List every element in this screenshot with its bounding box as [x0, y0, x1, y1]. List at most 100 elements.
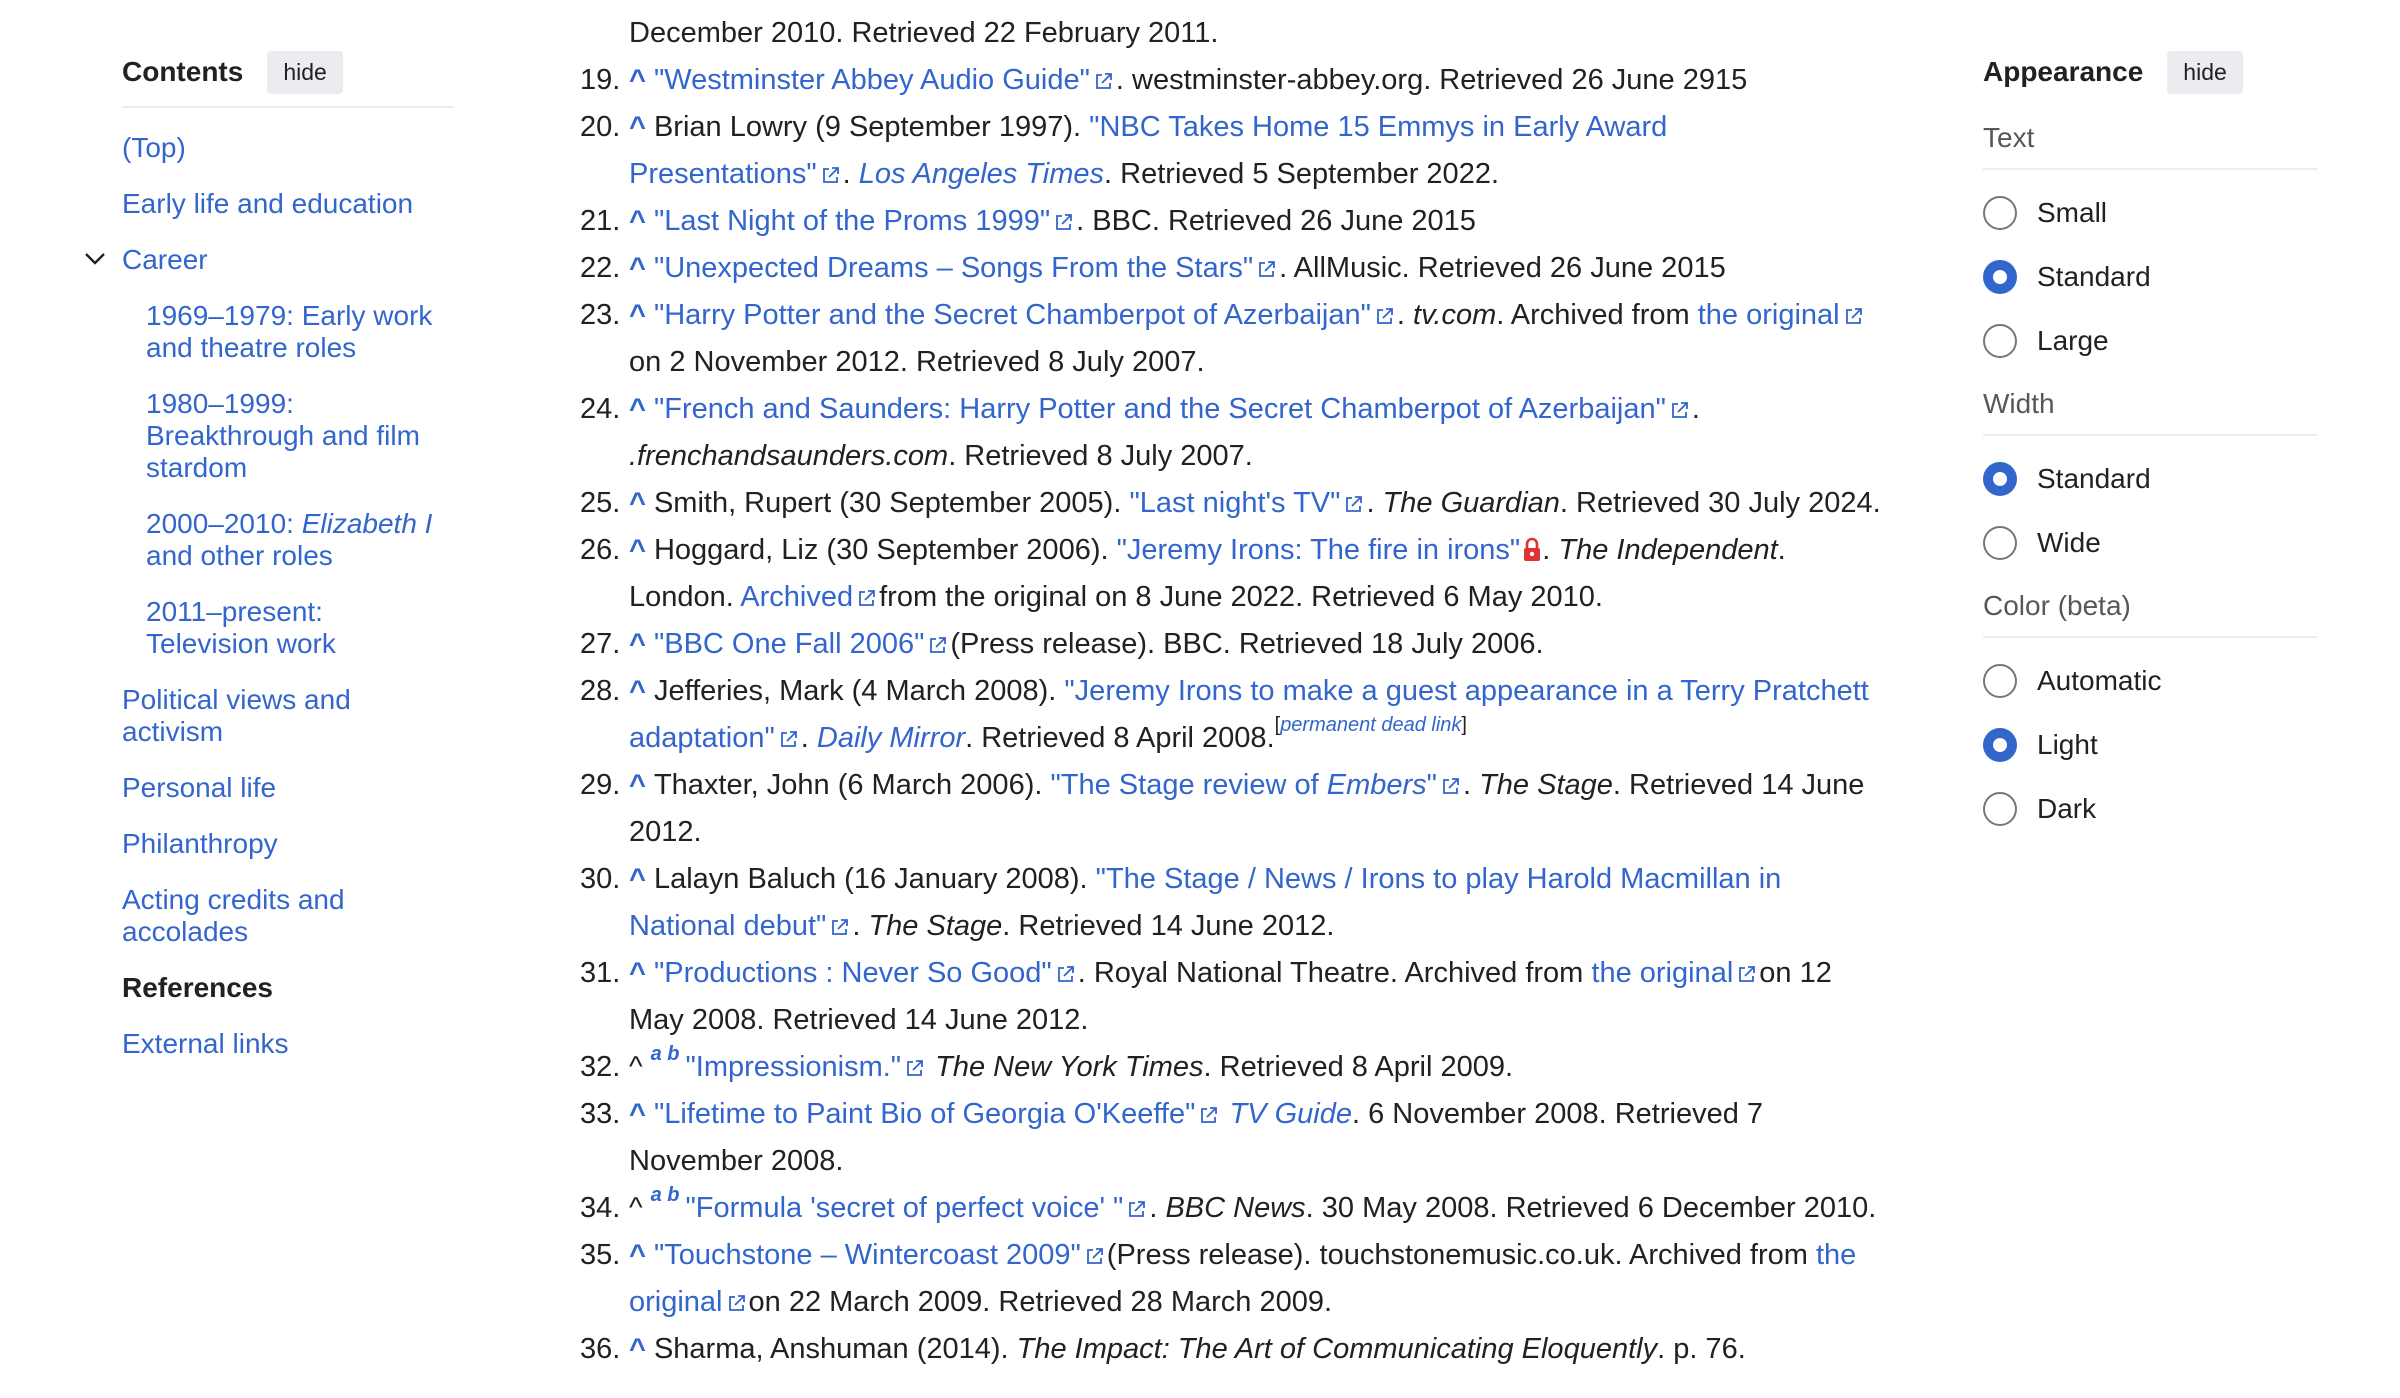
chevron-down-icon[interactable]: [82, 246, 108, 272]
radio-button[interactable]: [1983, 792, 2017, 826]
backlink-caret[interactable]: ^: [629, 111, 646, 143]
reference-31: 31. ^ "Productions : Never So Good". Roya…: [580, 957, 1832, 1036]
reference-link[interactable]: National debut": [629, 910, 826, 942]
reference-link[interactable]: "Impressionism.": [686, 1051, 902, 1083]
radio-text-small[interactable]: Small: [1983, 192, 2317, 234]
backlink-caret[interactable]: ^: [629, 64, 646, 96]
backlink-caret[interactable]: ^: [629, 299, 646, 331]
reference-23: 23. ^ "Harry Potter and the Secret Chambe…: [580, 292, 1910, 386]
reference-link[interactable]: "Formula 'secret of perfect voice' ": [686, 1192, 1124, 1224]
original-link[interactable]: the original: [1591, 957, 1733, 989]
toc-item-acting-credits[interactable]: Acting credits and accolades: [122, 884, 456, 948]
appearance-header: Appearance hide: [1983, 48, 2317, 96]
reference-link[interactable]: "Jeremy Irons to make a guest appearance…: [1064, 675, 1868, 707]
original-link[interactable]: the original: [1698, 299, 1840, 331]
backlink-caret[interactable]: ^: [629, 769, 646, 801]
backlink-caret[interactable]: ^: [629, 205, 646, 237]
backlink-caret[interactable]: ^: [629, 534, 646, 566]
reference-36: 36. ^ Sharma, Anshuman (2014). The Impact…: [580, 1333, 1746, 1365]
radio-color-dark[interactable]: Dark: [1983, 788, 2317, 830]
radio-text-standard[interactable]: Standard: [1983, 256, 2317, 298]
external-link-icon: [830, 917, 850, 937]
backlink-caret[interactable]: ^: [629, 957, 646, 989]
reference-link[interactable]: "Lifetime to Paint Bio of Georgia O'Keef…: [654, 1098, 1195, 1130]
radio-button-checked[interactable]: [1983, 260, 2017, 294]
backlink-caret[interactable]: ^: [629, 675, 646, 707]
reference-link[interactable]: Presentations": [629, 158, 817, 190]
external-link-icon: [1094, 71, 1114, 91]
radio-width-standard[interactable]: Standard: [1983, 458, 2317, 500]
reference-link[interactable]: "Unexpected Dreams – Songs From the Star…: [654, 252, 1253, 284]
reference-link[interactable]: "The Stage / News / Irons to play Harold…: [1096, 863, 1782, 895]
dead-link-tag[interactable]: permanent dead link: [1280, 714, 1461, 736]
reference-continuation: December 2010. Retrieved 22 February 201…: [629, 17, 1219, 49]
publisher-link[interactable]: TV Guide: [1229, 1098, 1352, 1130]
backlink-caret[interactable]: ^: [629, 1098, 646, 1130]
backlink-caret[interactable]: ^: [629, 1239, 646, 1271]
reference-link[interactable]: adaptation": [629, 722, 775, 754]
external-link-icon: [1257, 259, 1277, 279]
reference-link[interactable]: "Touchstone – Wintercoast 2009": [654, 1239, 1081, 1271]
radio-button-checked[interactable]: [1983, 462, 2017, 496]
toc-item-references[interactable]: References: [122, 972, 456, 1004]
original-link[interactable]: the: [1816, 1239, 1856, 1271]
radio-color-light[interactable]: Light: [1983, 724, 2317, 766]
toc-item-1969-1979[interactable]: 1969–1979: Early work and theatre roles: [146, 300, 456, 364]
reference-21: 21. ^ "Last Night of the Proms 1999". BBC…: [580, 205, 1476, 237]
toc-item-political-views[interactable]: Political views and activism: [122, 684, 456, 748]
backlink-caret[interactable]: ^: [629, 863, 646, 895]
reference-link[interactable]: "Westminster Abbey Audio Guide": [654, 64, 1090, 96]
reference-25: 25. ^ Smith, Rupert (30 September 2005). …: [580, 487, 1881, 519]
reference-33: 33. ^ "Lifetime to Paint Bio of Georgia O…: [580, 1098, 1764, 1177]
radio-text-large[interactable]: Large: [1983, 320, 2317, 362]
color-label: Color (beta): [1983, 590, 2317, 638]
radio-button-checked[interactable]: [1983, 728, 2017, 762]
backlink-caret[interactable]: ^: [629, 1333, 646, 1365]
backlink-caret[interactable]: ^: [629, 487, 646, 519]
toc-divider: [122, 106, 454, 108]
toc-item-1980-1999[interactable]: 1980–1999: Breakthrough and film stardom: [146, 388, 456, 484]
toc-item-external-links[interactable]: External links: [122, 1028, 456, 1060]
publisher-link[interactable]: Los Angeles Times: [859, 158, 1104, 190]
toc-hide-button[interactable]: hide: [267, 50, 343, 94]
radio-color-automatic[interactable]: Automatic: [1983, 660, 2317, 702]
radio-button[interactable]: [1983, 196, 2017, 230]
toc-item-2011-present[interactable]: 2011–present: Television work: [146, 596, 456, 660]
toc-list: (Top) Early life and education Career 19…: [85, 132, 456, 1060]
archived-link[interactable]: Archived: [740, 581, 853, 613]
backlink-caret[interactable]: ^: [629, 393, 646, 425]
reference-link[interactable]: "Last Night of the Proms 1999": [654, 205, 1050, 237]
reference-34: 34. ^ a b "Formula 'secret of perfect voic…: [580, 1184, 1877, 1224]
toc-item-early-life[interactable]: Early life and education: [122, 188, 456, 220]
radio-button[interactable]: [1983, 324, 2017, 358]
toc-item-career[interactable]: Career: [85, 244, 456, 276]
reference-link[interactable]: "French and Saunders: Harry Potter and t…: [654, 393, 1666, 425]
backlink-caret[interactable]: ^: [629, 252, 646, 284]
reference-32: 32. ^ a b "Impressionism." The New York Ti…: [580, 1043, 1514, 1083]
toc-item-personal-life[interactable]: Personal life: [122, 772, 456, 804]
external-link-icon: [727, 1293, 747, 1313]
reference-link[interactable]: "BBC One Fall 2006": [654, 628, 924, 660]
appearance-hide-button[interactable]: hide: [2167, 50, 2243, 94]
backlink-b[interactable]: b: [667, 1043, 679, 1065]
backlink-a[interactable]: a: [651, 1043, 662, 1065]
publisher-link[interactable]: Daily Mirror: [817, 722, 965, 754]
external-link-icon: [1844, 306, 1864, 326]
reference-link[interactable]: "The Stage review of Embers": [1050, 769, 1436, 801]
backlink-b[interactable]: b: [667, 1184, 679, 1206]
toc-item-2000-2010[interactable]: 2000–2010: Elizabeth I and other roles: [146, 508, 456, 572]
backlink-caret[interactable]: ^: [629, 628, 646, 660]
reference-link[interactable]: "Last night's TV": [1129, 487, 1340, 519]
external-link-icon: [1054, 212, 1074, 232]
radio-button[interactable]: [1983, 664, 2017, 698]
toc-item-philanthropy[interactable]: Philanthropy: [122, 828, 456, 860]
backlink-a[interactable]: a: [651, 1184, 662, 1206]
toc-item-top[interactable]: (Top): [122, 132, 456, 164]
radio-width-wide[interactable]: Wide: [1983, 522, 2317, 564]
reference-link[interactable]: "Jeremy Irons: The fire in irons": [1117, 534, 1521, 566]
reference-link[interactable]: "NBC Takes Home 15 Emmys in Early Award: [1089, 111, 1667, 143]
original-link[interactable]: original: [629, 1286, 723, 1318]
reference-link[interactable]: "Harry Potter and the Secret Chamberpot …: [654, 299, 1371, 331]
reference-link[interactable]: "Productions : Never So Good": [654, 957, 1052, 989]
radio-button[interactable]: [1983, 526, 2017, 560]
